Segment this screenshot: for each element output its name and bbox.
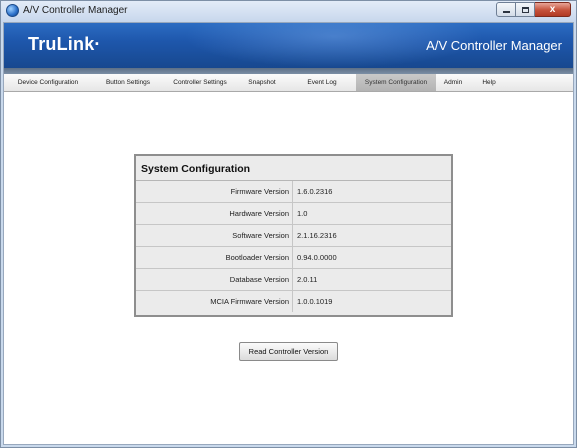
close-icon: x bbox=[549, 3, 556, 15]
hardware-version-value: 1.0 bbox=[297, 209, 308, 218]
config-row: Firmware Version 1.6.0.2316 bbox=[136, 181, 451, 203]
app-globe-icon bbox=[6, 4, 19, 17]
database-version-label: Database Version bbox=[136, 269, 293, 290]
read-controller-version-button[interactable]: Read Controller Version bbox=[239, 342, 338, 361]
window-title: A/V Controller Manager bbox=[23, 5, 128, 16]
title-bar[interactable]: A/V Controller Manager x bbox=[1, 1, 576, 22]
config-row: Software Version 2.1.16.2316 bbox=[136, 225, 451, 247]
software-version-value: 2.1.16.2316 bbox=[297, 231, 337, 240]
app-window: A/V Controller Manager x TruLink· A/V Co… bbox=[0, 0, 577, 448]
minimize-icon bbox=[502, 10, 510, 13]
window-controls: x bbox=[496, 2, 571, 17]
tab-device-configuration[interactable]: Device Configuration bbox=[10, 74, 86, 91]
panel-title: System Configuration bbox=[141, 163, 251, 175]
header-banner: TruLink· A/V Controller Manager bbox=[4, 23, 573, 68]
client-area: TruLink· A/V Controller Manager Device C… bbox=[3, 22, 574, 445]
minimize-button[interactable] bbox=[496, 2, 516, 17]
bootloader-version-value: 0.94.0.0000 bbox=[297, 253, 337, 262]
maximize-icon bbox=[521, 6, 529, 13]
firmware-version-value: 1.6.0.2316 bbox=[297, 187, 333, 196]
mcia-firmware-version-value: 1.0.0.1019 bbox=[297, 297, 333, 306]
close-button[interactable]: x bbox=[535, 2, 571, 17]
tab-controller-settings[interactable]: Controller Settings bbox=[162, 74, 238, 91]
database-version-value: 2.0.11 bbox=[297, 275, 318, 284]
config-row: Hardware Version 1.0 bbox=[136, 203, 451, 225]
tab-help[interactable]: Help bbox=[476, 74, 502, 91]
tab-snapshot[interactable]: Snapshot bbox=[240, 74, 284, 91]
panel-header: System Configuration bbox=[136, 156, 451, 181]
firmware-version-label: Firmware Version bbox=[136, 181, 293, 202]
config-row: Bootloader Version 0.94.0.0000 bbox=[136, 247, 451, 269]
main-menu: Device Configuration Button Settings Con… bbox=[4, 74, 573, 92]
maximize-button[interactable] bbox=[516, 2, 535, 17]
bootloader-version-label: Bootloader Version bbox=[136, 247, 293, 268]
tab-button-settings[interactable]: Button Settings bbox=[97, 74, 159, 91]
hardware-version-label: Hardware Version bbox=[136, 203, 293, 224]
app-title: A/V Controller Manager bbox=[426, 38, 562, 53]
tab-admin[interactable]: Admin bbox=[438, 74, 468, 91]
config-row: MCIA Firmware Version 1.0.0.1019 bbox=[136, 291, 451, 313]
tab-event-log[interactable]: Event Log bbox=[301, 74, 343, 91]
software-version-label: Software Version bbox=[136, 225, 293, 246]
tab-system-configuration[interactable]: System Configuration bbox=[356, 74, 436, 91]
config-row: Database Version 2.0.11 bbox=[136, 269, 451, 291]
system-configuration-panel: System Configuration Firmware Version 1.… bbox=[134, 154, 453, 317]
trulink-logo: TruLink· bbox=[28, 34, 101, 54]
mcia-firmware-version-label: MCIA Firmware Version bbox=[136, 291, 293, 312]
